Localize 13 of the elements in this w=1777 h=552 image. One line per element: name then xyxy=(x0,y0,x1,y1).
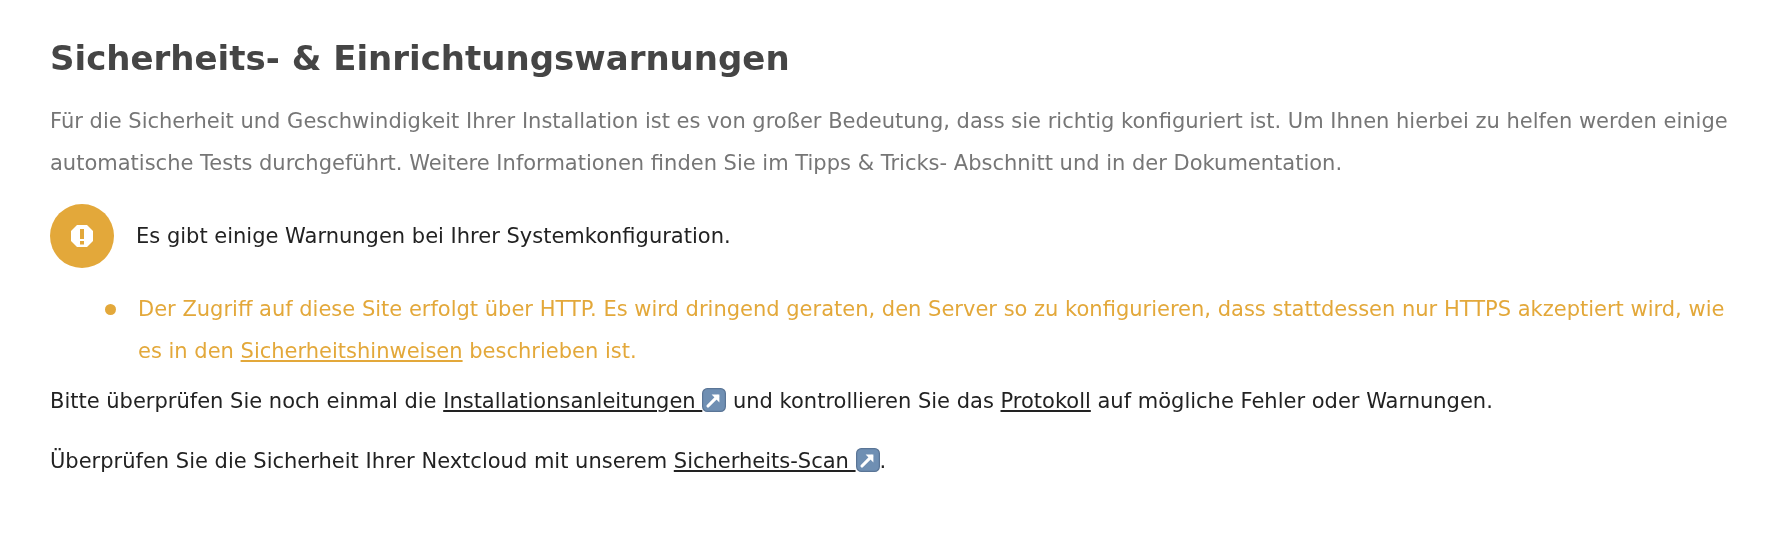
external-link-icon xyxy=(855,448,880,472)
status-message: Es gibt einige Warnungen bei Ihrer Systemkonfiguration. xyxy=(136,224,731,248)
info-text: Bitte überprüfen Sie noch einmal die Installationsanleitungen und kontrollieren Sie das Protokoll auf mögliche Fehler oder Warnungen. xyxy=(50,387,1494,415)
section-heading: Sicherheits- & Einrichtungswarnungen xyxy=(50,38,791,78)
external-link[interactable]: Installationsanleitungen xyxy=(443,389,727,413)
external-link-icon xyxy=(702,388,727,412)
warning-icon xyxy=(50,204,114,268)
bullet-dot xyxy=(105,304,116,315)
external-link[interactable]: Sicherheits-Scan xyxy=(673,449,880,473)
info-text: Überprüfen Sie die Sicherheit Ihrer Nextcloud mit unserem Sicherheits-Scan . xyxy=(50,447,888,475)
link[interactable]: Protokoll xyxy=(1000,389,1091,413)
description-text: Für die Sicherheit und Geschwindigkeit Ihrer Installation ist es von großer Bedeutung, dass sie richtig konfiguriert ist. Um Ihnen hierbei zu helfen werden einige automatische Tests durchgeführt. Weitere Informationen finden Sie im Tipps & Tricks- Abschnitt und in der Dokumentation. xyxy=(50,108,1729,177)
warning-text: Der Zugriff auf diese Site erfolgt über HTTP. Es wird dringend geraten, den Server so zu konfigurieren, dass stattdessen nur HTTPS akzeptiert wird, wie es in den Sicherheitshinweisen beschrieben ist. xyxy=(138,296,1726,365)
